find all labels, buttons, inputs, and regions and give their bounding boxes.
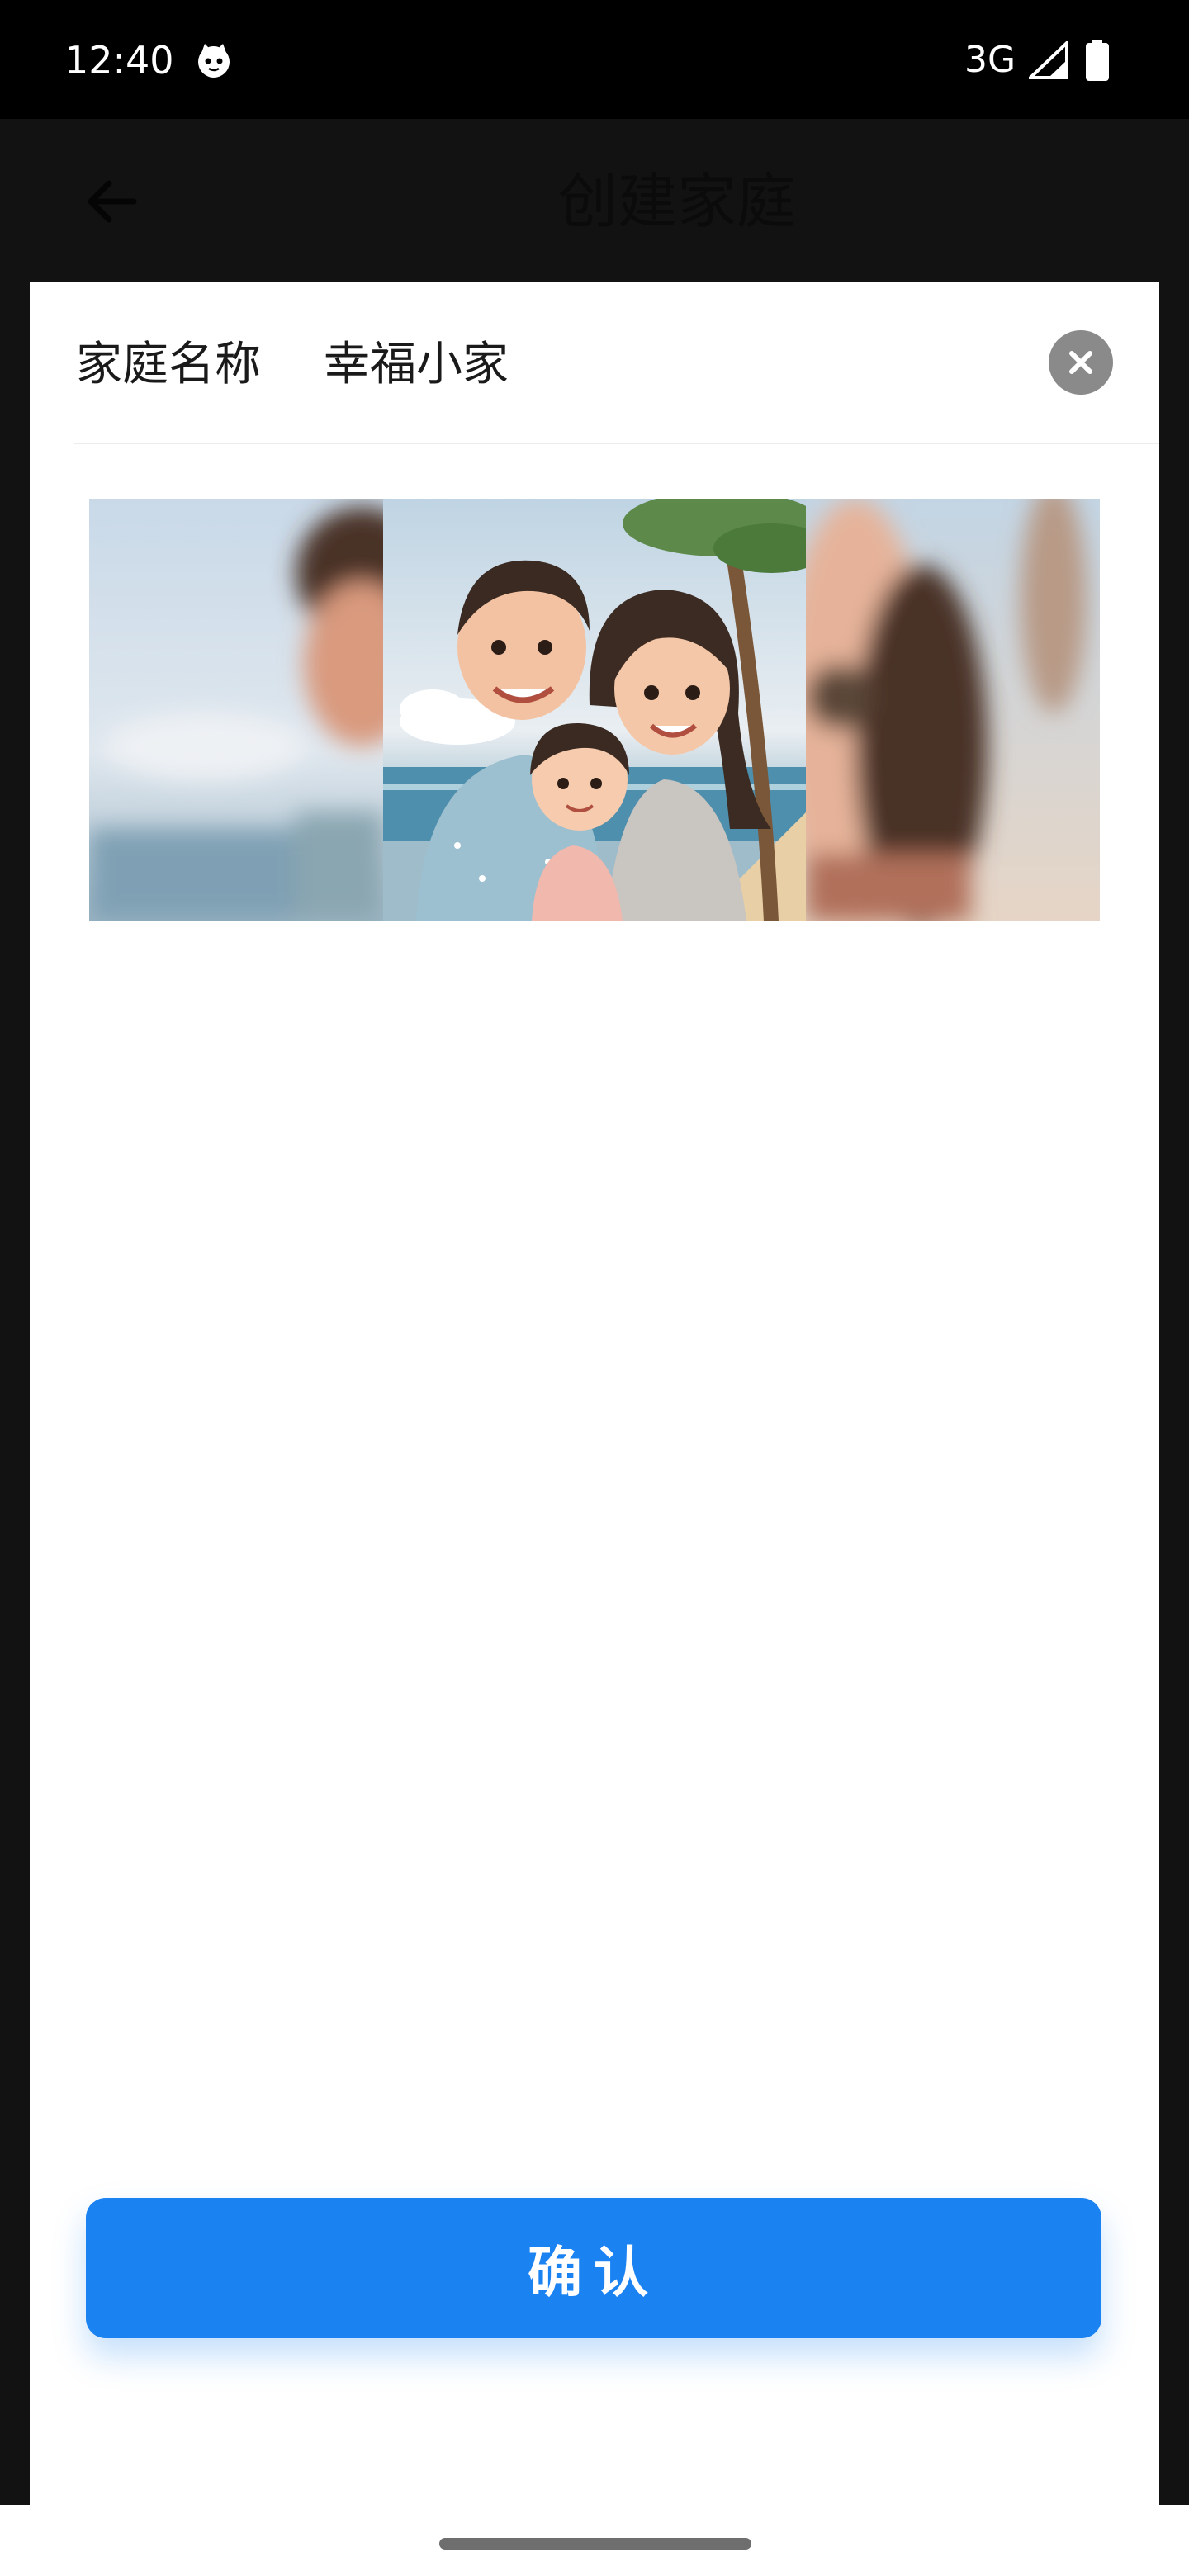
page-title: 创建家庭: [557, 167, 796, 236]
confirm-button-label: 确认: [528, 2241, 660, 2304]
navigation-bar: [0, 2505, 1189, 2576]
family-cartoon-image-left[interactable]: [89, 499, 383, 921]
family-name-row: 家庭名称 幸福小家: [30, 282, 1159, 443]
family-cartoon-image-center[interactable]: [383, 499, 806, 921]
cat-face-icon: [198, 44, 230, 78]
network-type: 3G: [964, 39, 1016, 81]
battery-icon: [1086, 40, 1109, 81]
confirm-button[interactable]: 确认: [86, 2198, 1101, 2338]
status-time: 12:40: [64, 38, 174, 83]
header-divider: [74, 443, 1159, 444]
create-family-sheet: 家庭名称 幸福小家 确认: [30, 282, 1159, 2505]
family-name-value[interactable]: 幸福小家: [324, 332, 509, 398]
family-name-label: 家庭名称: [76, 338, 261, 391]
home-gesture-handle[interactable]: [439, 2538, 751, 2550]
app-bar: 创建家庭: [0, 119, 1189, 284]
family-image-carousel[interactable]: [89, 499, 1100, 921]
status-bar: 12:40 3G: [0, 0, 1189, 119]
close-button[interactable]: [1049, 330, 1113, 395]
family-cartoon-image-right[interactable]: [806, 499, 1100, 921]
close-icon: [1069, 351, 1092, 374]
signal-icon: [1029, 41, 1068, 79]
